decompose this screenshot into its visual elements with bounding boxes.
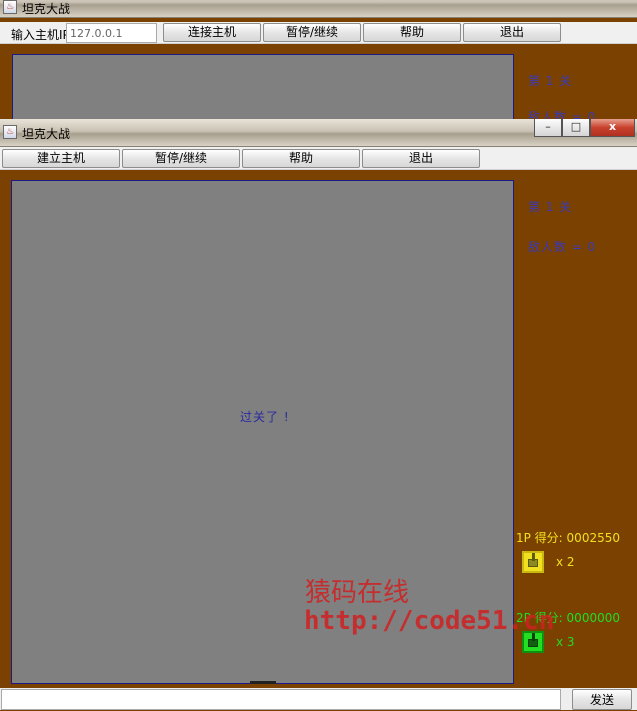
- back-window-title: 坦克大战: [22, 2, 71, 16]
- back-window-titlebar: ♨ 坦克大战 – □ x: [0, 0, 637, 18]
- level-label: 第 1 关: [528, 200, 573, 214]
- enemy-count-label: 敌人数 = 0: [528, 240, 597, 254]
- watermark-title: 猿码在线: [305, 578, 410, 608]
- level-clear-message: 过关了 !: [240, 410, 290, 424]
- minimize-button[interactable]: –: [534, 119, 562, 137]
- back-toolbar: 输入主机IP 127.0.0.1 连接主机 暂停/继续 帮助 退出: [0, 22, 637, 44]
- java-app-icon: ♨: [3, 0, 17, 14]
- watermark-url: http://code51.cn: [304, 606, 555, 636]
- host-ip-label: 输入主机IP: [11, 28, 70, 42]
- chat-input[interactable]: [1, 689, 561, 710]
- front-toolbar: 建立主机 暂停/继续 帮助 退出: [0, 147, 637, 170]
- back-enemy-count-label: 敌人数 = 0: [528, 110, 597, 119]
- p1-lives-label: x 2: [556, 555, 575, 569]
- pause-resume-button[interactable]: 暂停/继续: [122, 149, 240, 168]
- java-app-icon: ♨: [3, 125, 17, 139]
- back-pause-resume-button[interactable]: 暂停/继续: [263, 23, 361, 42]
- back-help-button[interactable]: 帮助: [363, 23, 461, 42]
- front-window-titlebar: ♨ 坦克大战 – □ x: [0, 119, 637, 147]
- host-ip-value: 127.0.0.1: [70, 27, 123, 40]
- p1-tank-icon: [522, 551, 544, 573]
- back-connect-host-button[interactable]: 连接主机: [163, 23, 261, 42]
- exit-button[interactable]: 退出: [362, 149, 480, 168]
- p1-score-label: 1P 得分: 0002550: [516, 531, 620, 545]
- base-marker: [250, 681, 276, 684]
- close-button[interactable]: x: [590, 119, 635, 137]
- create-host-button[interactable]: 建立主机: [2, 149, 120, 168]
- back-exit-button[interactable]: 退出: [463, 23, 561, 42]
- front-window-title: 坦克大战: [22, 127, 71, 141]
- send-button[interactable]: 发送: [572, 689, 632, 710]
- host-ip-input[interactable]: 127.0.0.1: [66, 23, 157, 43]
- back-level-label: 第 1 关: [528, 74, 573, 88]
- help-button[interactable]: 帮助: [242, 149, 360, 168]
- maximize-button[interactable]: □: [562, 119, 590, 137]
- back-playfield: [12, 54, 514, 120]
- p2-lives-label: x 3: [556, 635, 575, 649]
